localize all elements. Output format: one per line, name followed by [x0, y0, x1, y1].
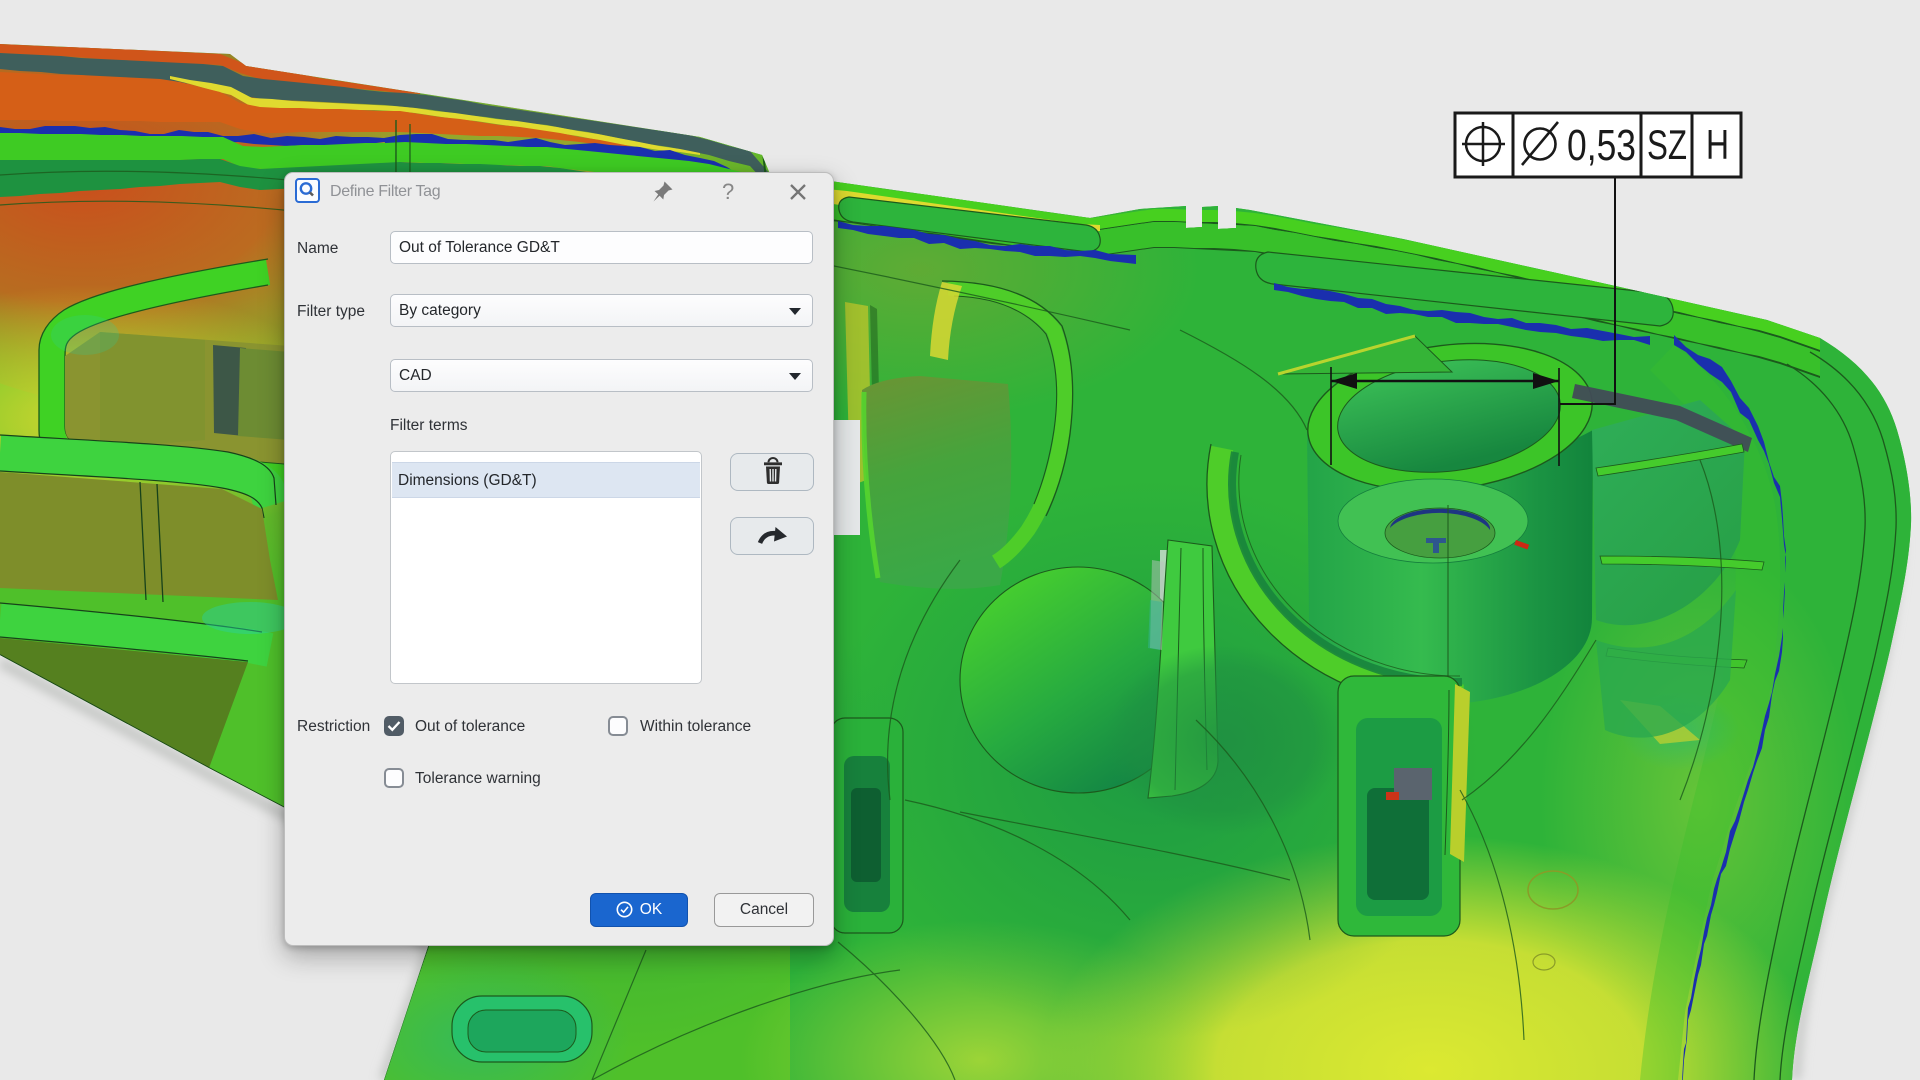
svg-text:H: H	[1706, 121, 1729, 168]
svg-text:0,53: 0,53	[1567, 121, 1636, 170]
svg-text:SZ: SZ	[1647, 121, 1687, 168]
